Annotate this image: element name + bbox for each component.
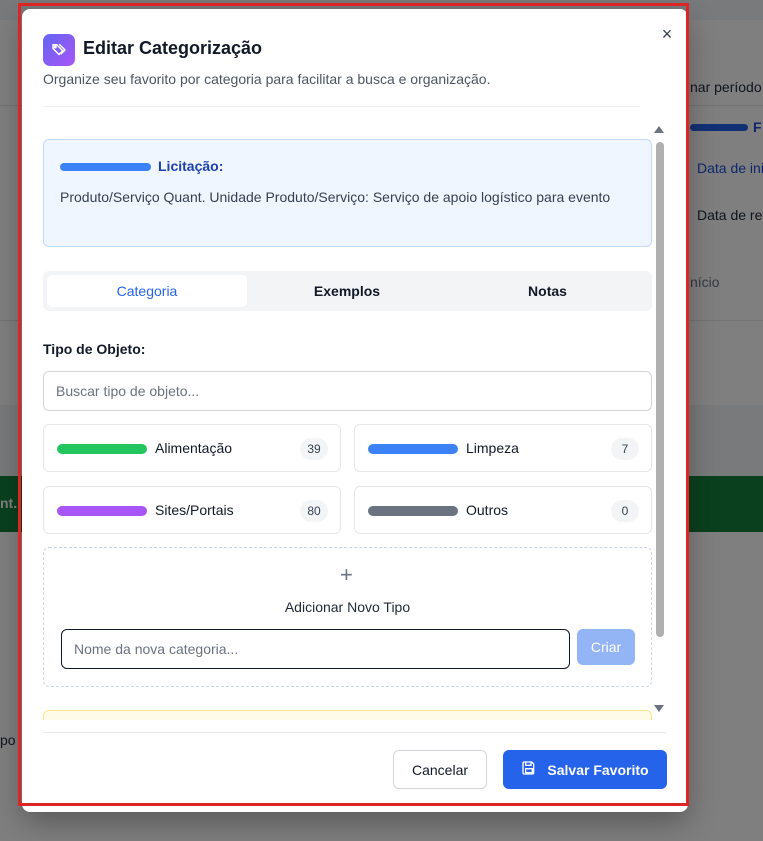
save-icon — [521, 760, 537, 779]
category-count-badge: 7 — [611, 438, 639, 460]
save-favorite-label: Salvar Favorito — [547, 761, 649, 778]
add-new-type-box: + Adicionar Novo Tipo Criar — [43, 547, 652, 687]
category-count-badge: 39 — [300, 438, 328, 460]
category-outros[interactable]: Outros 0 — [354, 486, 652, 534]
category-name: Limpeza — [466, 440, 519, 456]
category-name: Sites/Portais — [155, 502, 234, 518]
create-category-button[interactable]: Criar — [577, 629, 635, 665]
modal-title: Editar Categorização — [83, 38, 263, 58]
footer-divider — [43, 732, 666, 733]
close-icon[interactable]: × — [658, 25, 676, 43]
cancel-button[interactable]: Cancelar — [393, 750, 487, 789]
category-count-badge: 0 — [611, 500, 639, 522]
tipo-objeto-search-input[interactable] — [43, 371, 652, 411]
category-name: Outros — [466, 502, 509, 518]
licitacao-color-bar — [60, 163, 151, 171]
tag-icon — [43, 34, 75, 66]
hidden-section-peek — [43, 710, 652, 720]
new-category-name-input[interactable] — [61, 629, 570, 669]
header-divider — [43, 106, 640, 107]
add-new-type-title: Adicionar Novo Tipo — [284, 599, 411, 615]
tab-list: Categoria Exemplos Notas — [43, 271, 652, 311]
category-limpeza[interactable]: Limpeza 7 — [354, 424, 652, 472]
category-color-bar — [57, 506, 147, 516]
category-name: Alimentação — [155, 440, 233, 456]
tab-exemplos[interactable]: Exemplos — [247, 275, 447, 307]
tab-categoria[interactable]: Categoria — [47, 275, 247, 307]
save-favorite-button[interactable]: Salvar Favorito — [503, 750, 667, 789]
scrollbar-thumb[interactable] — [656, 142, 664, 637]
licitacao-label: Licitação: — [158, 158, 224, 174]
modal-subtitle: Organize seu favorito por categoria para… — [43, 71, 491, 87]
licitacao-info-box: Licitação: Produto/Serviço Quant. Unidad… — [43, 139, 652, 247]
plus-icon: + — [340, 562, 353, 587]
category-color-bar — [368, 506, 458, 516]
category-color-bar — [57, 444, 147, 454]
category-alimentacao[interactable]: Alimentação 39 — [43, 424, 341, 472]
licitacao-text: Produto/Serviço Quant. Unidade Produto/S… — [60, 189, 611, 205]
scroll-down-arrow-icon[interactable] — [654, 705, 664, 712]
category-color-bar — [368, 444, 458, 454]
category-count-badge: 80 — [300, 500, 328, 522]
tab-notas[interactable]: Notas — [447, 275, 648, 307]
tipo-objeto-label: Tipo de Objeto: — [43, 341, 146, 357]
scroll-up-arrow-icon[interactable] — [654, 126, 664, 133]
category-sites-portais[interactable]: Sites/Portais 80 — [43, 486, 341, 534]
